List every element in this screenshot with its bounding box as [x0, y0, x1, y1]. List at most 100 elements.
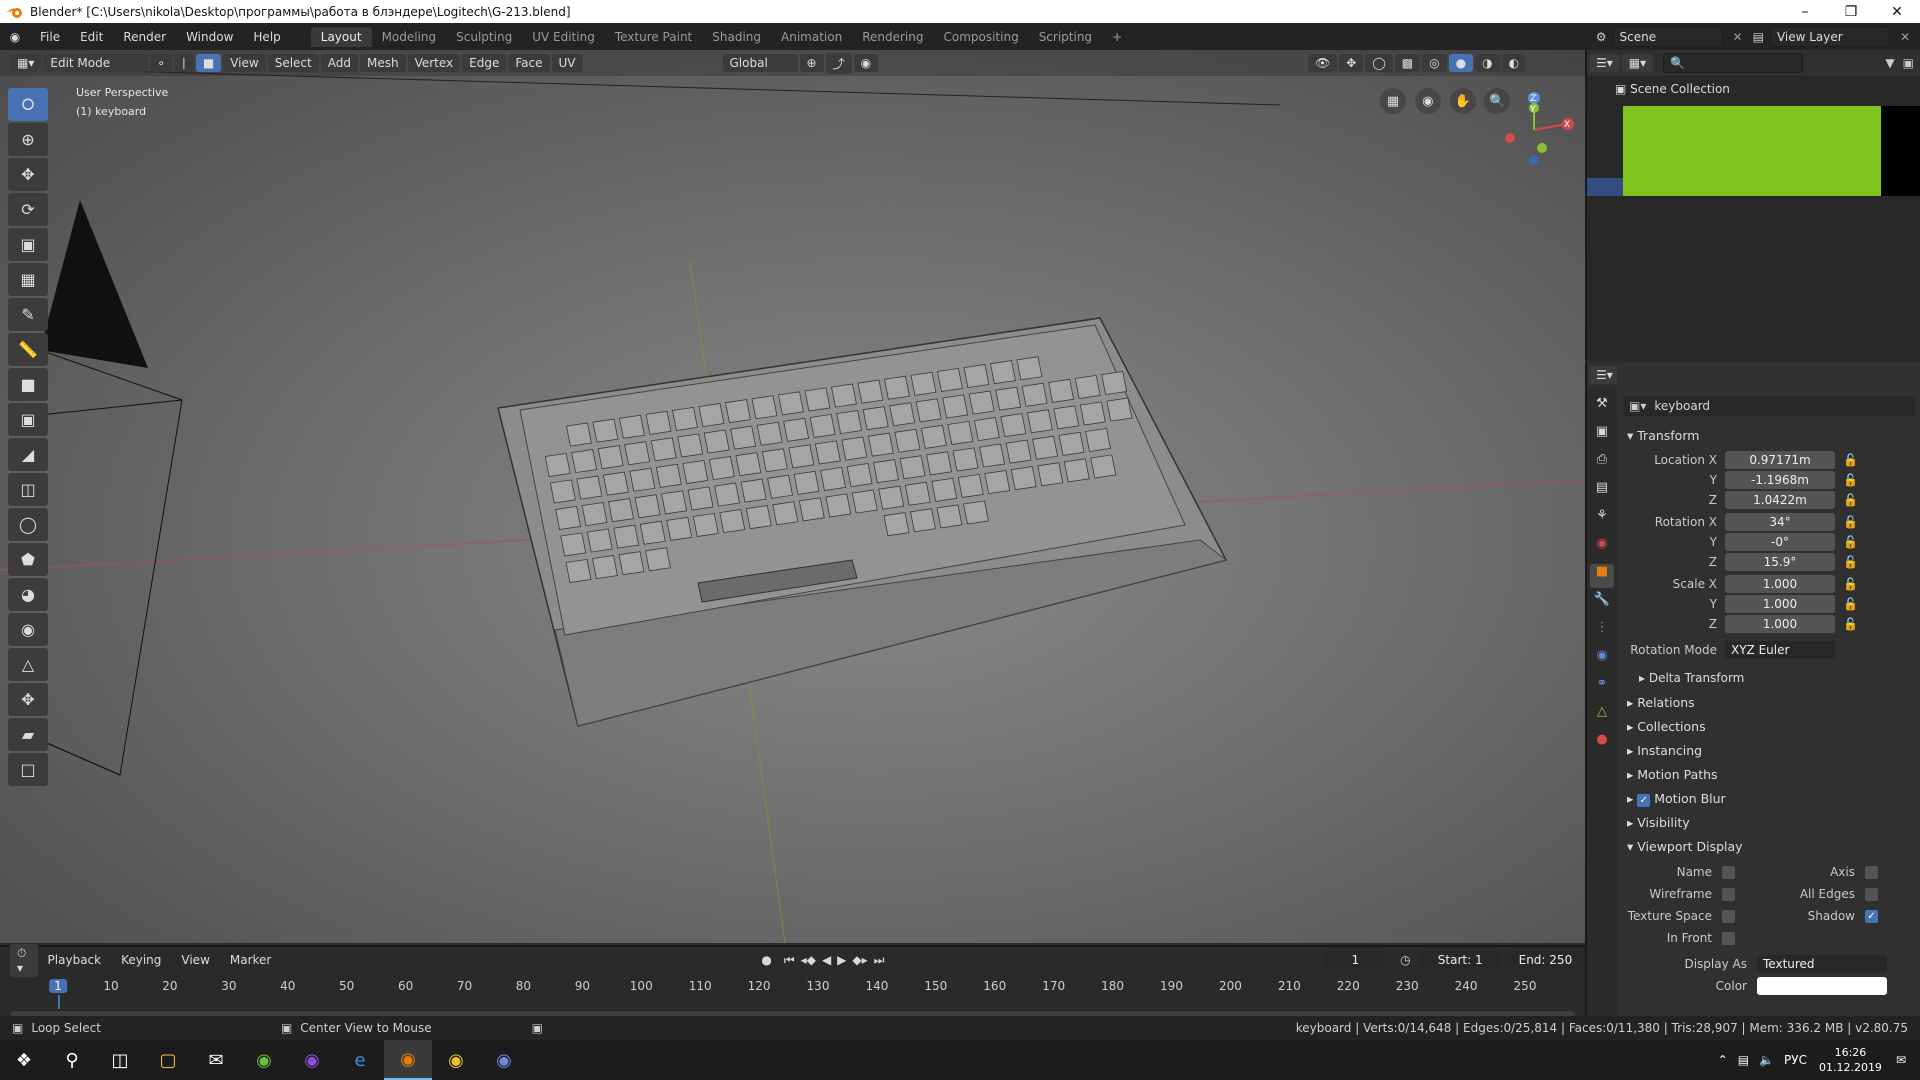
clock[interactable]: 16:26 01.12.2019	[1819, 1045, 1882, 1075]
menu-file[interactable]: File	[30, 30, 70, 44]
menu-render[interactable]: Render	[113, 30, 176, 44]
texture-space-checkbox[interactable]	[1722, 909, 1735, 923]
maximize-button[interactable]: ❐	[1828, 4, 1874, 20]
render-tab-icon[interactable]: ▣	[1590, 424, 1614, 448]
modifier-tab-icon[interactable]: 🔧	[1590, 592, 1614, 616]
object-tab-icon[interactable]: ■	[1590, 564, 1614, 588]
rotation-x-field[interactable]: 34°	[1725, 513, 1835, 531]
edge-slide-tool[interactable]: △	[8, 648, 48, 681]
blender-menu-icon[interactable]: ◉	[0, 30, 30, 44]
search-icon[interactable]: ⚲	[48, 1040, 96, 1080]
camera-icon[interactable]: ◉	[1414, 88, 1441, 114]
volume-icon[interactable]: 🔈	[1759, 1053, 1774, 1067]
move-tool[interactable]: ✥	[8, 158, 48, 191]
lock-icon[interactable]: 🔓	[1843, 535, 1858, 549]
lock-icon[interactable]: 🔓	[1843, 555, 1858, 569]
material-tab-icon[interactable]: ●	[1590, 732, 1614, 756]
menu-mesh[interactable]: Mesh	[359, 54, 406, 72]
world-tab-icon[interactable]: ◉	[1590, 536, 1614, 560]
view-layer-close-icon[interactable]: ✕	[1900, 30, 1910, 44]
shear-tool[interactable]: ▰	[8, 718, 48, 751]
proportional-edit-icon[interactable]: ◉	[853, 54, 879, 72]
mode-select[interactable]: Edit Mode	[43, 54, 149, 72]
tab-modeling[interactable]: Modeling	[372, 27, 447, 47]
select-box-tool[interactable]: ⭘	[8, 88, 48, 121]
view-layer-field[interactable]: View Layer	[1769, 26, 1890, 47]
filter-icon[interactable]: ▼	[1885, 56, 1894, 70]
all-edges-checkbox[interactable]	[1865, 887, 1878, 901]
viewport-display-panel-header[interactable]: ▾ Viewport Display	[1627, 839, 1743, 854]
3d-viewport[interactable]: ▦▾ Edit Mode ∘ ∣ ■ View Select Add Mesh …	[0, 50, 1585, 943]
current-frame-field[interactable]: 1	[1324, 951, 1387, 969]
menu-edge[interactable]: Edge	[462, 54, 507, 72]
data-tab-icon[interactable]: △	[1590, 704, 1614, 728]
output-tab-icon[interactable]: ⎙	[1590, 452, 1614, 476]
motion-paths-panel-header[interactable]: ▸ Motion Paths	[1627, 767, 1718, 782]
motion-blur-checkbox[interactable]: ✓	[1637, 794, 1651, 807]
jump-end-button[interactable]: ⏭	[874, 953, 885, 968]
tab-uv-editing[interactable]: UV Editing	[522, 27, 605, 47]
menu-uv[interactable]: UV	[551, 54, 583, 72]
discord-icon[interactable]: ◉	[480, 1040, 528, 1080]
display-as-select[interactable]: Textured	[1757, 955, 1887, 973]
knife-tool[interactable]: ◯	[8, 508, 48, 541]
rotation-z-field[interactable]: 15.9°	[1725, 553, 1835, 571]
menu-add[interactable]: Add	[320, 54, 358, 72]
lock-icon[interactable]: 🔓	[1843, 453, 1858, 467]
axis-checkbox[interactable]	[1865, 865, 1878, 879]
play-button[interactable]: ▶	[837, 953, 846, 967]
collections-panel-header[interactable]: ▸ Collections	[1627, 719, 1706, 734]
outliner-scene-collection[interactable]: ▣ Scene Collection	[1587, 76, 1920, 96]
minimize-button[interactable]: –	[1782, 4, 1828, 20]
transform-tool[interactable]: ▦	[8, 263, 48, 296]
play-reverse-button[interactable]: ◀	[822, 953, 831, 967]
poly-build-tool[interactable]: ⬟	[8, 543, 48, 576]
record-button[interactable]: ●	[761, 953, 771, 967]
instancing-panel-header[interactable]: ▸ Instancing	[1627, 743, 1702, 758]
menu-select[interactable]: Select	[267, 54, 319, 72]
scene-field[interactable]: Scene	[1612, 26, 1723, 47]
axis-gizmo[interactable]: Z X Y	[1490, 86, 1580, 176]
rotation-mode-select[interactable]: XYZ Euler	[1725, 641, 1835, 659]
location-z-field[interactable]: 1.0422m	[1725, 491, 1835, 509]
tab-compositing[interactable]: Compositing	[933, 27, 1028, 47]
tab-rendering[interactable]: Rendering	[852, 27, 933, 47]
lock-icon[interactable]: 🔓	[1843, 577, 1858, 591]
overlay-icon[interactable]: ◯	[1365, 54, 1393, 72]
physics-tab-icon[interactable]: ◉	[1590, 648, 1614, 672]
visibility-icon[interactable]: 👁	[1308, 54, 1338, 72]
new-collection-icon[interactable]: ▣	[1903, 56, 1914, 70]
shading-solid-icon[interactable]: ●	[1448, 54, 1474, 72]
menu-face[interactable]: Face	[508, 54, 550, 72]
measure-tool[interactable]: 📏	[8, 333, 48, 366]
xray-icon[interactable]: ▩	[1394, 54, 1421, 72]
loop-cut-tool[interactable]: ◫	[8, 473, 48, 506]
shading-material-icon[interactable]: ◑	[1475, 54, 1500, 72]
tray-chevron-icon[interactable]: ⌃	[1718, 1053, 1728, 1067]
close-button[interactable]: ✕	[1874, 4, 1920, 20]
tab-sculpting[interactable]: Sculpting	[446, 27, 522, 47]
location-x-field[interactable]: 0.97171m	[1725, 451, 1835, 469]
network-icon[interactable]: ▤	[1738, 1053, 1749, 1067]
rotation-y-field[interactable]: -0°	[1725, 533, 1835, 551]
annotate-tool[interactable]: ✎	[8, 298, 48, 331]
rip-tool[interactable]: □	[8, 753, 48, 786]
torrent-icon[interactable]: ◉	[240, 1040, 288, 1080]
tab-shading[interactable]: Shading	[702, 27, 771, 47]
inset-tool[interactable]: ▣	[8, 403, 48, 436]
mail-icon[interactable]: ✉	[192, 1040, 240, 1080]
lock-icon[interactable]: 🔓	[1843, 617, 1858, 631]
spin-tool[interactable]: ◕	[8, 578, 48, 611]
pan-hand-icon[interactable]: ✋	[1449, 88, 1476, 114]
menu-vertex[interactable]: Vertex	[407, 54, 461, 72]
shadow-checkbox[interactable]: ✓	[1865, 909, 1878, 923]
properties-editor-icon[interactable]: ☰▾	[1589, 366, 1620, 384]
lock-icon[interactable]: 🔓	[1843, 515, 1858, 529]
tab-scripting[interactable]: Scripting	[1029, 27, 1102, 47]
scale-tool[interactable]: ▣	[8, 228, 48, 261]
media-player-icon[interactable]: ◉	[288, 1040, 336, 1080]
playhead[interactable]	[58, 995, 60, 1009]
jump-start-button[interactable]: ⏮	[784, 953, 795, 968]
menu-keying[interactable]: Keying	[111, 953, 171, 967]
tab-animation[interactable]: Animation	[771, 27, 852, 47]
